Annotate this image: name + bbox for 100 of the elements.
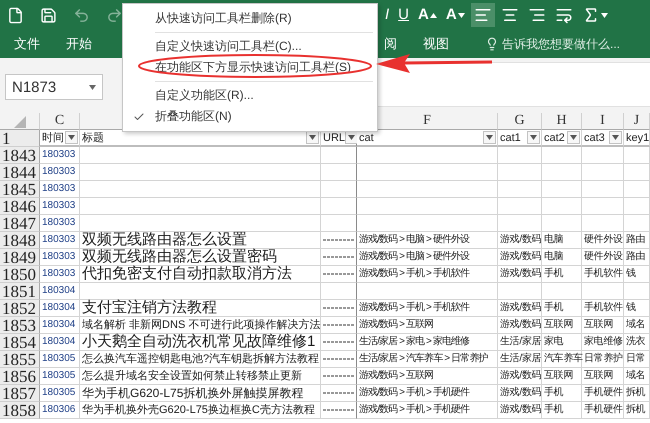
row-number[interactable]: 1848 [0,232,40,249]
table-cell: 怎么换汽车遥控钥匙电池?汽车钥匙拆解方法教程 [80,351,321,368]
table-cell: 手机硬件 [582,402,624,419]
row-number[interactable]: 1 [0,130,40,147]
table-cell: 互联网 [582,317,624,334]
table-cell: 180304 [40,300,80,317]
underline-button[interactable]: U [395,3,412,27]
table-cell: 手机 [542,300,582,317]
row-number[interactable]: 1843 [0,147,40,164]
table-cell [542,164,582,181]
align-left-button[interactable] [470,3,495,27]
filter-button[interactable] [65,131,78,144]
table-cell: 手机软件 [582,300,624,317]
table-cell: 180305 [40,385,80,402]
table-cell: 游戏/数码 [498,300,542,317]
table-cell: 代扣免密支付自动扣款取消方法 [80,266,321,283]
row-number[interactable]: 1844 [0,164,40,181]
column-header: key1 [626,132,650,144]
dashed-line [323,306,355,310]
table-cell: 互联网 [582,368,624,385]
table-cell: 180304 [40,334,80,351]
table-cell: 游戏/数码 > 手机 > 手机硬件 [357,402,498,419]
row-number[interactable]: 1856 [0,368,40,385]
table-cell: 游戏/数码 [498,317,542,334]
table-cell [582,198,624,215]
table-cell: 180303 [40,147,80,164]
table-cell: 拆机 [624,385,650,402]
caret-icon [458,12,465,18]
table-cell: 180304 [40,317,80,334]
filter-button[interactable] [567,131,580,144]
table-cell: 域名 [624,368,650,385]
table-cell: 游戏/数码 [498,385,542,402]
filter-button[interactable] [483,131,496,144]
menu-item[interactable]: 自定义功能区(R)... [123,85,377,106]
column-letter[interactable]: H [542,113,582,130]
table-cell: 硬件外设 [582,232,624,249]
table-cell: 手机 [542,402,582,419]
ribbon-tab[interactable]: 文件 [8,34,46,54]
italic-button[interactable]: I [382,3,392,27]
table-cell: 互联网 [542,317,582,334]
table-cell [542,215,582,232]
table-cell: 180305 [40,368,80,385]
table-cell: 游戏/数码 [498,249,542,266]
table-cell: 生活/家居 [498,351,542,368]
row-number[interactable]: 1846 [0,198,40,215]
table-cell [582,215,624,232]
table-cell [624,164,650,181]
row-number[interactable]: 1845 [0,181,40,198]
table-cell [498,181,542,198]
column-letter[interactable]: C [40,113,80,130]
row-number[interactable]: 1857 [0,385,40,402]
row-number[interactable]: 1853 [0,317,40,334]
table-cell: 手机软件 [582,266,624,283]
dashed-line [323,408,355,412]
align-right-icon [528,6,546,24]
menu-item[interactable]: 自定义快速访问工具栏(C)... [123,36,377,57]
table-cell: 游戏/数码 > 手机 > 手机软件 [357,300,498,317]
row-number[interactable]: 1854 [0,334,40,351]
formula-bar[interactable] [378,62,650,107]
dashed-line [323,323,355,327]
table-cell: 180305 [40,351,80,368]
table-cell [498,283,542,300]
column-letter[interactable]: I [582,113,624,130]
table-cell: 硬件外设 [582,249,624,266]
table-cell: 手机硬件 [582,385,624,402]
ribbon-tab[interactable]: 开始 [60,34,98,54]
table-cell: 游戏/数码 > 互联网 [357,317,498,334]
table-cell: 180303 [40,215,80,232]
align-left-icon [474,6,492,24]
table-cell: 手机 [542,266,582,283]
table-cell: 域名解析 非新网DNS 不可进行此项操作解决方法 [80,317,321,334]
table-cell [624,181,650,198]
column-header: cat [359,132,374,144]
filter-button[interactable] [306,131,319,144]
grow-font-button[interactable]: A [415,3,440,27]
table-cell: 电脑 [542,249,582,266]
shrink-font-button[interactable]: A [442,3,468,27]
row-number[interactable]: 1855 [0,351,40,368]
row-number[interactable]: 1852 [0,300,40,317]
row-number[interactable]: 1850 [0,266,40,283]
name-box[interactable]: N1873 [5,74,103,100]
tell-me-field[interactable]: 告诉我您想要做什么... [502,36,620,52]
column-header: URL [323,132,346,144]
row-number[interactable]: 1849 [0,249,40,266]
filter-button[interactable] [609,131,622,144]
ribbon-tab[interactable]: 视图 [417,34,455,54]
dashed-line [323,374,355,378]
row-number[interactable]: 1858 [0,402,40,419]
ribbon-tab[interactable]: 阅 [378,34,403,54]
filter-button[interactable] [527,131,540,144]
row-number[interactable]: 1847 [0,215,40,232]
table-cell: 洗衣 [624,334,650,351]
menu-item[interactable]: 从快速访问工具栏删除(R) [123,8,377,29]
table-cell: 家电维修 [582,334,624,351]
column-letter[interactable]: G [498,113,542,130]
row-number[interactable]: 1851 [0,283,40,300]
column-letter[interactable]: J [624,113,650,130]
table-cell: 生活/家居 > 汽车养车 > 日常养护 [357,351,498,368]
caret-icon [430,12,437,18]
table-cell [542,198,582,215]
